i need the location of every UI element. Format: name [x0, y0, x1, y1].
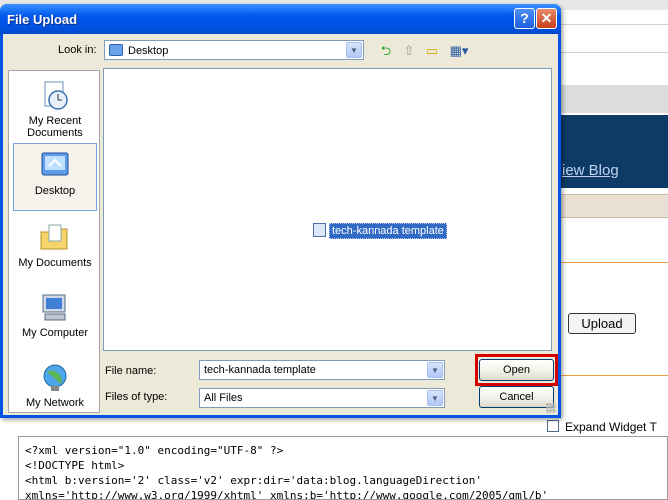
- cancel-button[interactable]: Cancel: [479, 386, 554, 408]
- places-item-my-network[interactable]: My Network: [13, 355, 97, 423]
- divider: [558, 262, 668, 263]
- help-icon: ?: [520, 10, 529, 26]
- view-menu-icon[interactable]: ▦▾: [447, 42, 471, 60]
- file-name-value: tech-kannada template: [204, 364, 316, 376]
- places-item-label: My Network: [25, 397, 85, 409]
- places-item-label: My Documents: [18, 257, 92, 269]
- close-button[interactable]: ✕: [536, 8, 557, 29]
- expand-widget-option[interactable]: Expand Widget T: [547, 420, 657, 434]
- resize-grip[interactable]: [546, 403, 556, 413]
- file-upload-dialog: File Upload ? ✕ Look in: Desktop ▼ ⮌ ⇧ ▭…: [0, 4, 561, 418]
- places-bar: My Recent Documents Desktop My Documents…: [8, 70, 100, 413]
- divider: [558, 375, 668, 376]
- upload-button[interactable]: Upload: [568, 313, 636, 334]
- expand-widget-label: Expand Widget T: [565, 420, 657, 434]
- places-item-label: Desktop: [34, 185, 76, 197]
- look-in-value: Desktop: [128, 45, 169, 57]
- up-folder-icon[interactable]: ⇧: [400, 42, 418, 60]
- file-name-label: File name:: [105, 365, 157, 377]
- template-code-editor[interactable]: <?xml version="1.0" encoding="UTF-8" ?> <…: [18, 436, 668, 500]
- recent-documents-icon: [39, 80, 71, 112]
- file-list[interactable]: tech-kannada template: [103, 68, 552, 351]
- dialog-body: Look in: Desktop ▼ ⮌ ⇧ ▭ ▦▾ My Recent Do…: [3, 34, 558, 415]
- new-folder-icon[interactable]: ▭: [423, 42, 441, 60]
- file-type-label: Files of type:: [105, 391, 168, 403]
- places-item-my-computer[interactable]: My Computer: [13, 285, 97, 353]
- expand-widget-checkbox[interactable]: [547, 420, 559, 432]
- look-in-label: Look in:: [58, 44, 97, 56]
- my-computer-icon: [39, 292, 71, 324]
- view-blog-link[interactable]: iew Blog: [562, 162, 619, 179]
- chevron-down-icon[interactable]: ▼: [346, 42, 362, 58]
- file-name-field[interactable]: tech-kannada template ▼: [199, 360, 445, 380]
- blog-header-band: iew Blog: [558, 115, 668, 188]
- code-line: <!DOCTYPE html>: [25, 459, 125, 472]
- open-button[interactable]: Open: [479, 359, 554, 381]
- divider: [560, 24, 668, 25]
- list-item[interactable]: tech-kannada template: [313, 223, 447, 239]
- code-line: <?xml version="1.0" encoding="UTF-8" ?>: [25, 444, 284, 457]
- chevron-down-icon[interactable]: ▼: [427, 362, 443, 378]
- places-item-recent[interactable]: My Recent Documents: [13, 73, 97, 141]
- file-type-value: All Files: [204, 392, 243, 404]
- file-icon: [313, 223, 326, 237]
- file-name: tech-kannada template: [329, 223, 447, 239]
- places-item-label: My Recent Documents: [27, 115, 83, 139]
- desktop-icon: [39, 150, 71, 182]
- chevron-down-icon[interactable]: ▼: [427, 390, 443, 406]
- dialog-title: File Upload: [7, 12, 78, 27]
- close-icon: ✕: [540, 10, 553, 26]
- places-item-label: My Computer: [21, 327, 89, 339]
- tab-strip: [558, 194, 668, 218]
- places-item-desktop[interactable]: Desktop: [13, 143, 97, 211]
- divider: [560, 52, 668, 53]
- places-item-my-documents[interactable]: My Documents: [13, 215, 97, 283]
- dialog-titlebar[interactable]: File Upload ? ✕: [0, 4, 561, 34]
- desktop-folder-icon: [109, 44, 123, 56]
- code-line: xmlns='http://www.w3.org/1999/xhtml' xml…: [25, 489, 549, 500]
- back-icon[interactable]: ⮌: [377, 42, 395, 60]
- my-documents-icon: [39, 222, 71, 254]
- help-button[interactable]: ?: [514, 8, 535, 29]
- my-network-icon: [39, 362, 71, 394]
- file-type-dropdown[interactable]: All Files ▼: [199, 388, 445, 408]
- code-line: <html b:version='2' class='v2' expr:dir=…: [25, 474, 482, 487]
- look-in-dropdown[interactable]: Desktop ▼: [104, 40, 364, 60]
- background-gray-bar: [560, 85, 668, 113]
